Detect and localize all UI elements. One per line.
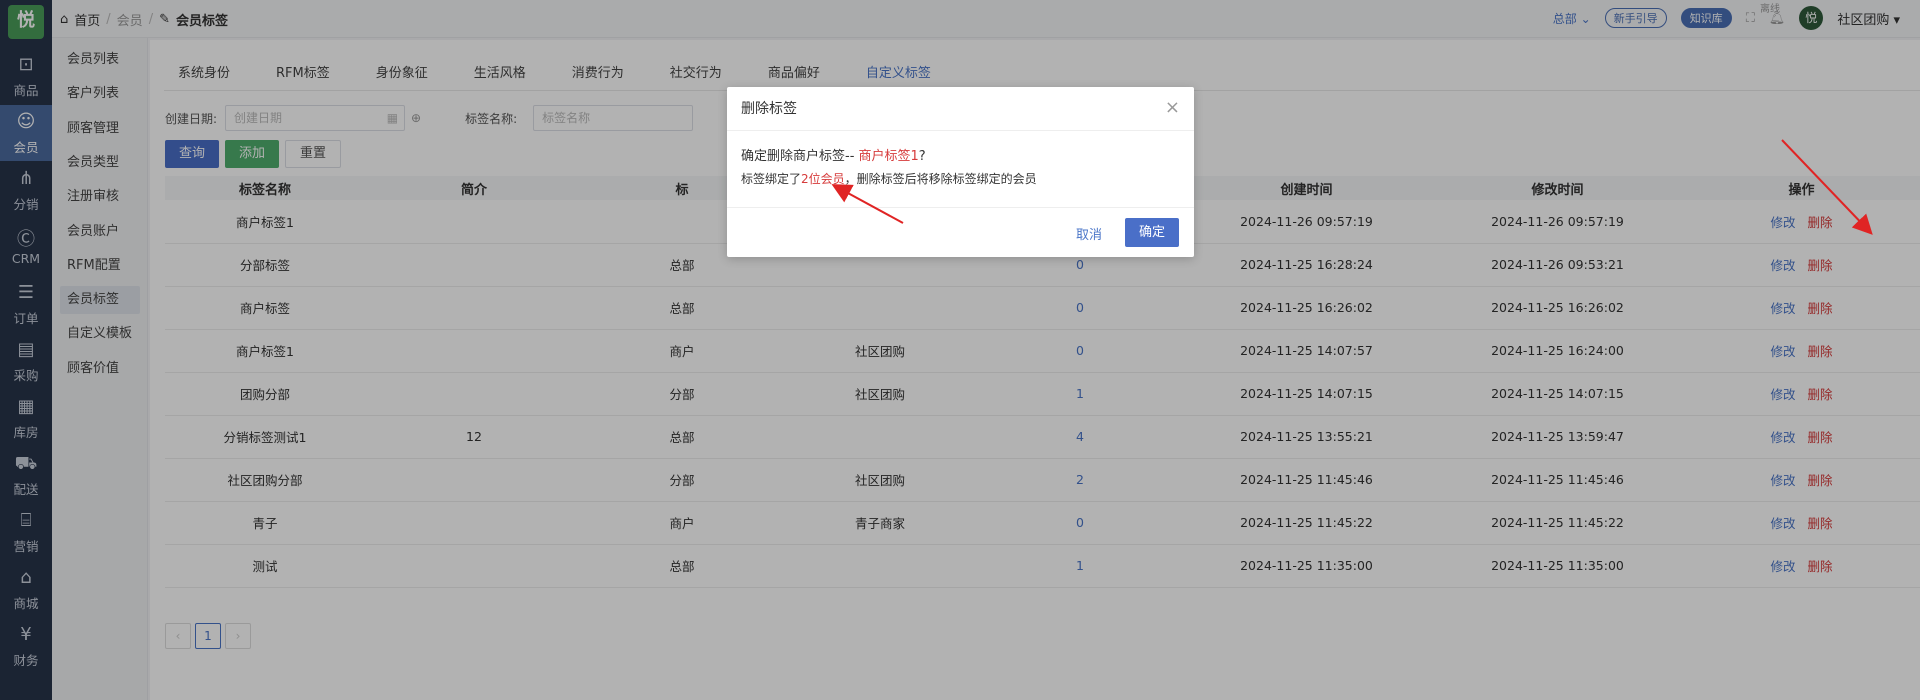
binding-suffix: ，删除标签后将移除标签绑定的会员 (844, 172, 1037, 186)
member-count: 2位会员 (801, 172, 845, 186)
binding-prefix: 标签绑定了 (741, 172, 802, 186)
dialog-body: 确定删除商户标签-- 商户标签1? 标签绑定了2位会员，删除标签后将移除标签绑定… (727, 131, 1194, 190)
confirm-button[interactable]: 确定 (1125, 218, 1179, 247)
close-icon[interactable]: × (1165, 97, 1180, 118)
confirm-suffix: ? (918, 149, 926, 164)
delete-dialog: 删除标签 × 确定删除商户标签-- 商户标签1? 标签绑定了2位会员，删除标签后… (727, 87, 1194, 257)
cancel-button[interactable]: 取消 (1076, 224, 1102, 243)
dialog-title: 删除标签 (727, 87, 1194, 131)
dialog-footer: 取消 确定 (727, 207, 1194, 257)
confirm-line: 确定删除商户标签-- 商户标签1? (741, 146, 1180, 168)
confirm-prefix: 确定删除商户标签-- (741, 149, 859, 164)
binding-line: 标签绑定了2位会员，删除标签后将移除标签绑定的会员 (741, 168, 1180, 190)
tag-name: 商户标签1 (858, 149, 919, 164)
